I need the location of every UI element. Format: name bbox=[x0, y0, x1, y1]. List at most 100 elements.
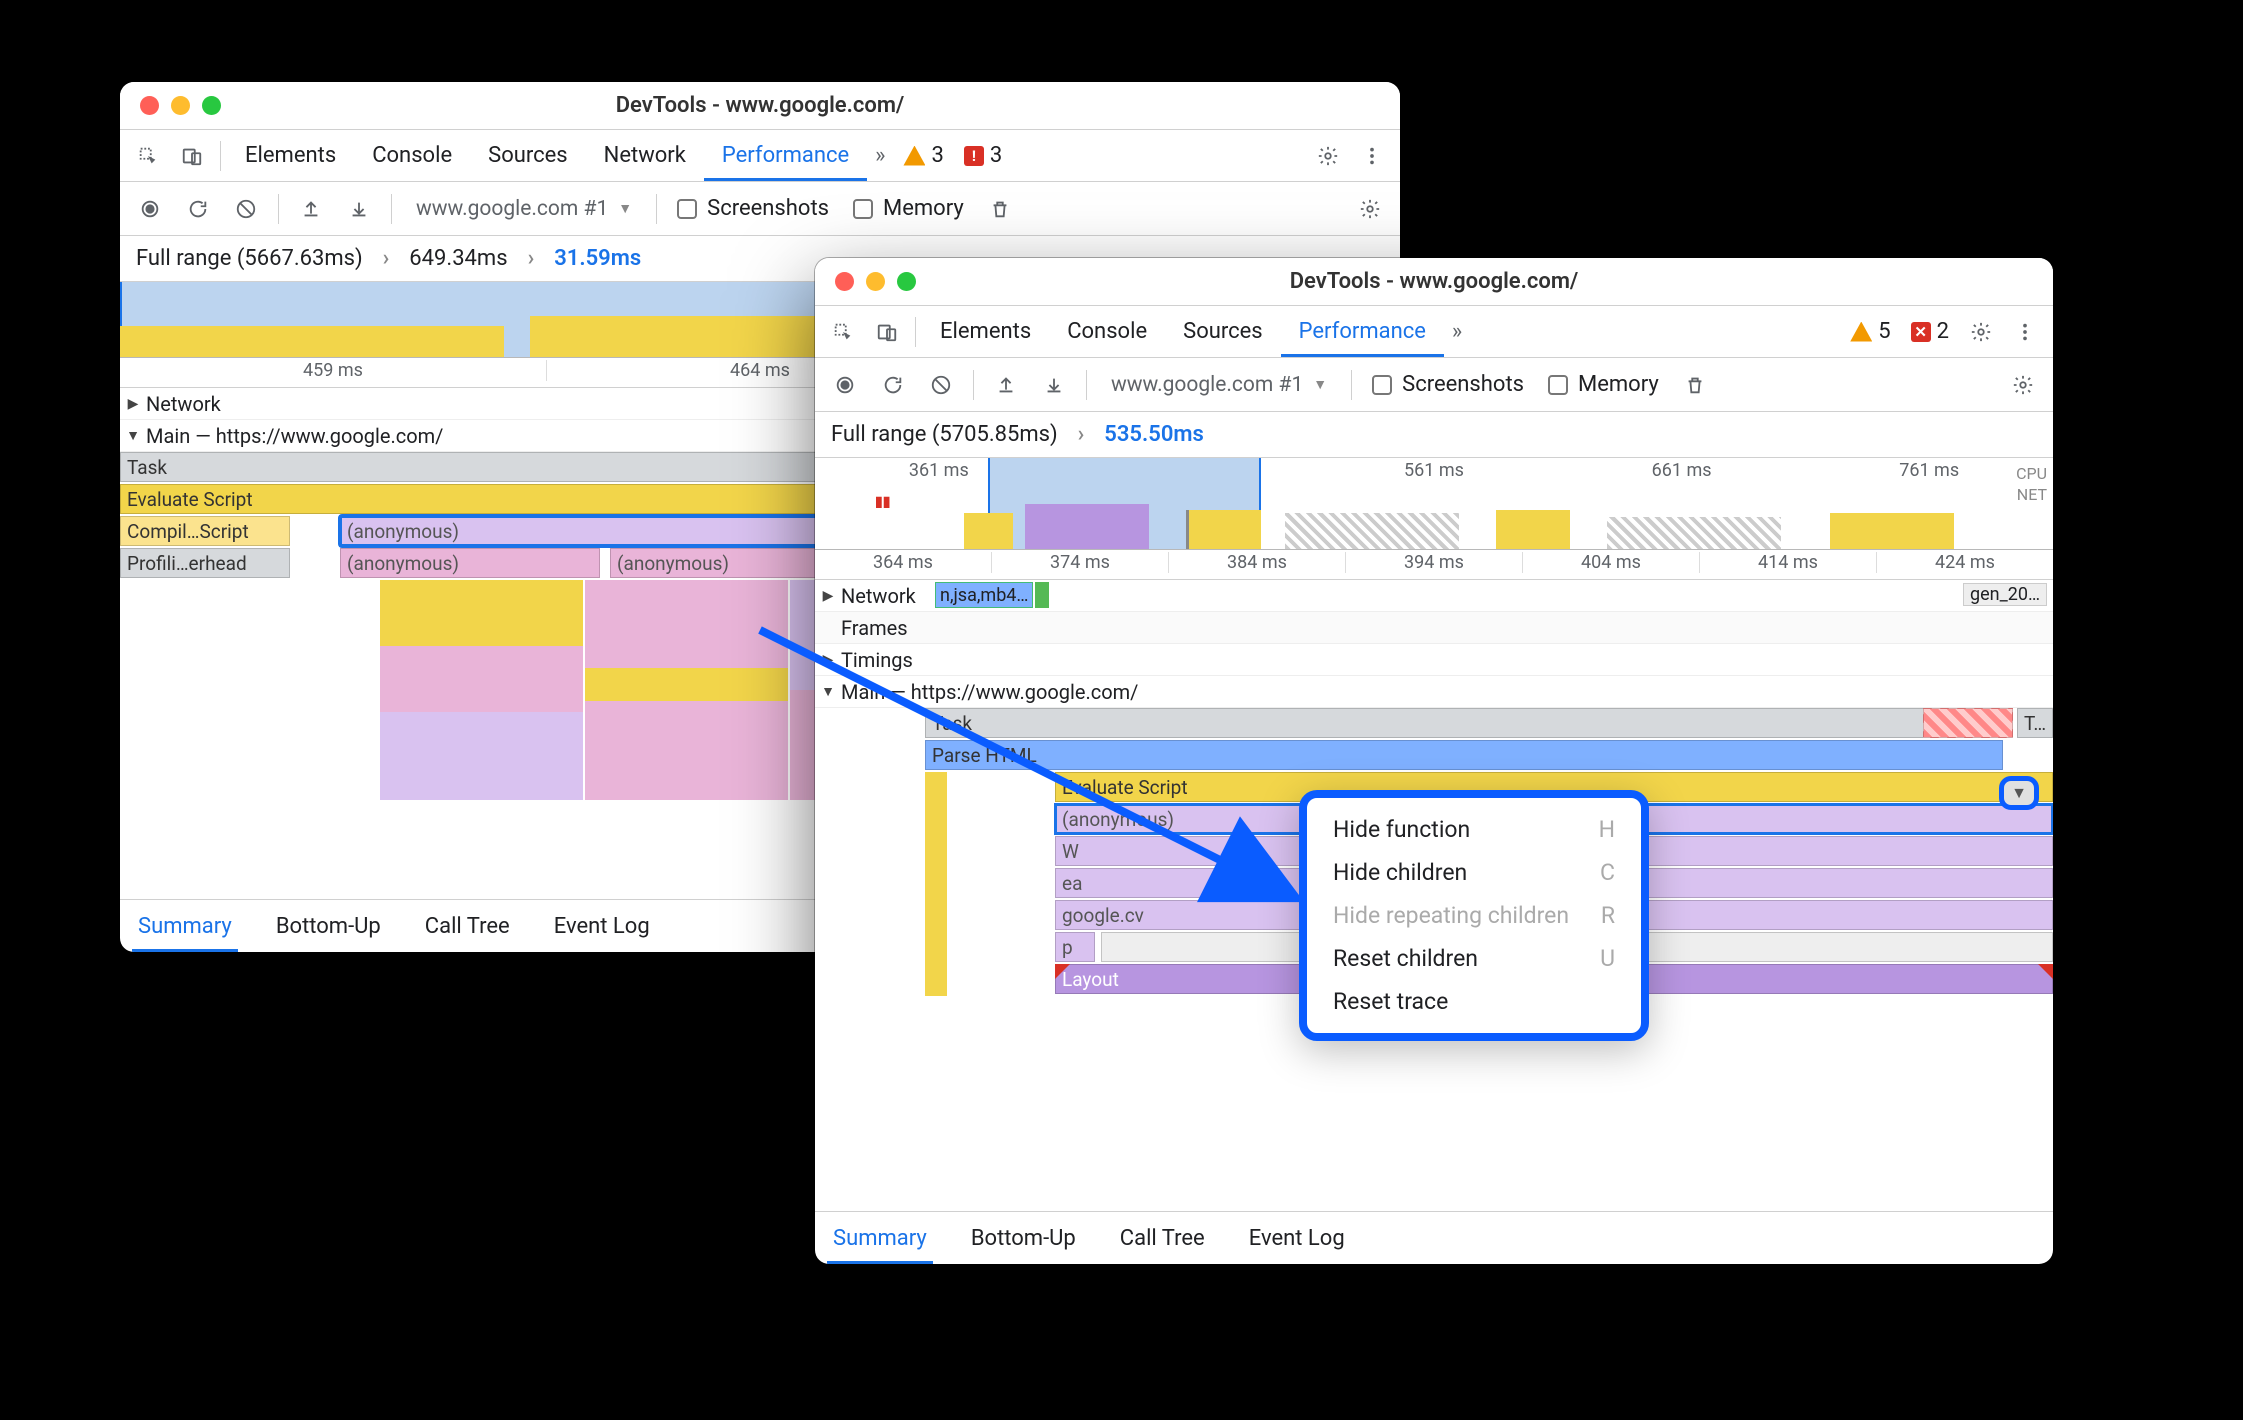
network-span[interactable] bbox=[1035, 582, 1049, 608]
ctx-label: Hide function bbox=[1333, 816, 1470, 843]
flame-task-right[interactable]: T… bbox=[2017, 708, 2053, 738]
tick: 561 ms bbox=[1310, 460, 1558, 481]
kebab-icon[interactable] bbox=[2003, 310, 2047, 354]
gear-icon[interactable] bbox=[1306, 134, 1350, 178]
breadcrumb-full[interactable]: Full range (5667.63ms) bbox=[136, 246, 363, 271]
panel-tabs: Elements Console Sources Performance » 5… bbox=[815, 306, 2053, 358]
devtools-window-2: DevTools - www.google.com/ Elements Cons… bbox=[815, 258, 2053, 1264]
ctx-shortcut: C bbox=[1600, 859, 1615, 886]
ruler-tick: 459 ms bbox=[120, 360, 546, 381]
track-frames[interactable]: Frames bbox=[815, 612, 2053, 644]
breadcrumb-mid[interactable]: 649.34ms bbox=[409, 246, 507, 271]
tab-performance[interactable]: Performance bbox=[1281, 306, 1444, 357]
ctx-reset-trace[interactable]: Reset trace bbox=[1307, 980, 1641, 1023]
flame-row[interactable]: Task T… bbox=[925, 708, 2053, 740]
reload-icon[interactable] bbox=[871, 363, 915, 407]
screenshots-checkbox[interactable]: Screenshots bbox=[667, 196, 839, 221]
minimize-icon[interactable] bbox=[866, 272, 885, 291]
target-dropdown[interactable]: www.google.com #1 ▼ bbox=[1097, 366, 1341, 404]
clear-icon[interactable] bbox=[919, 363, 963, 407]
overflow-icon[interactable]: » bbox=[1444, 319, 1470, 344]
footer-tab-bottom-up[interactable]: Bottom-Up bbox=[965, 1212, 1082, 1264]
track-network[interactable]: ▶ Network n,jsa,mb4… gen_20… bbox=[815, 580, 2053, 612]
tab-console[interactable]: Console bbox=[354, 130, 470, 181]
track-main[interactable]: ▼ Main — https://www.google.com/ bbox=[815, 676, 2053, 708]
device-icon[interactable] bbox=[170, 134, 214, 178]
download-icon[interactable] bbox=[337, 187, 381, 231]
disclosure-right-icon[interactable]: ▶ bbox=[124, 396, 142, 412]
flame-p[interactable]: p bbox=[1055, 932, 1095, 962]
ctx-hide-function[interactable]: Hide function H bbox=[1307, 808, 1641, 851]
footer-tab-summary[interactable]: Summary bbox=[827, 1212, 933, 1264]
memory-checkbox[interactable]: Memory bbox=[843, 196, 974, 221]
disclosure-right-icon[interactable]: ▶ bbox=[819, 588, 837, 604]
overflow-icon[interactable]: » bbox=[867, 143, 893, 168]
footer-tab-bottom-up[interactable]: Bottom-Up bbox=[270, 900, 387, 952]
upload-icon[interactable] bbox=[289, 187, 333, 231]
track-timings[interactable]: ▶ Timings bbox=[815, 644, 2053, 676]
inspect-icon[interactable] bbox=[126, 134, 170, 178]
upload-icon[interactable] bbox=[984, 363, 1028, 407]
disclosure-down-icon[interactable]: ▼ bbox=[124, 427, 142, 444]
footer-tab-summary[interactable]: Summary bbox=[132, 900, 238, 952]
zoom-icon[interactable] bbox=[897, 272, 916, 291]
reload-icon[interactable] bbox=[176, 187, 220, 231]
disclosure-down-icon[interactable]: ▼ bbox=[819, 683, 837, 700]
tracks-panel[interactable]: ▶ Network n,jsa,mb4… gen_20… Frames ▶ Ti… bbox=[815, 580, 2053, 1212]
gear-icon[interactable] bbox=[1348, 187, 1392, 231]
gc-icon[interactable] bbox=[1673, 363, 1717, 407]
memory-checkbox[interactable]: Memory bbox=[1538, 372, 1669, 397]
issues-badge[interactable]: ! 3 bbox=[954, 143, 1012, 168]
tab-network[interactable]: Network bbox=[586, 130, 704, 181]
flame-profiling-overhead[interactable]: Profili…erhead bbox=[120, 548, 290, 578]
flame-thin-column[interactable] bbox=[925, 772, 947, 996]
gc-icon[interactable] bbox=[978, 187, 1022, 231]
network-span[interactable]: n,jsa,mb4… bbox=[935, 582, 1033, 608]
breadcrumb-full[interactable]: Full range (5705.85ms) bbox=[831, 422, 1058, 447]
device-icon[interactable] bbox=[865, 310, 909, 354]
footer-tab-call-tree[interactable]: Call Tree bbox=[419, 900, 516, 952]
footer-tab-event-log[interactable]: Event Log bbox=[1243, 1212, 1351, 1264]
clear-icon[interactable] bbox=[224, 187, 268, 231]
warnings-badge[interactable]: 3 bbox=[893, 143, 953, 168]
flame-task[interactable]: Task bbox=[925, 708, 2013, 738]
warning-count: 3 bbox=[931, 143, 943, 168]
flame-task-hatched[interactable] bbox=[1923, 708, 2013, 738]
download-icon[interactable] bbox=[1032, 363, 1076, 407]
footer-tab-call-tree[interactable]: Call Tree bbox=[1114, 1212, 1211, 1264]
tab-performance[interactable]: Performance bbox=[704, 130, 867, 181]
tab-console[interactable]: Console bbox=[1049, 306, 1165, 357]
minimize-icon[interactable] bbox=[171, 96, 190, 115]
gear-icon[interactable] bbox=[1959, 310, 2003, 354]
disclosure-right-icon[interactable]: ▶ bbox=[819, 652, 837, 668]
warnings-badge[interactable]: 5 bbox=[1840, 319, 1900, 344]
flame-compile-script[interactable]: Compil…Script bbox=[120, 516, 290, 546]
record-icon[interactable] bbox=[128, 187, 172, 231]
close-icon[interactable] bbox=[835, 272, 854, 291]
flame-anonymous[interactable]: (anonymous) bbox=[340, 548, 600, 578]
footer-tab-event-log[interactable]: Event Log bbox=[548, 900, 656, 952]
overview-strip[interactable]: 361 ms 461 ms 561 ms 661 ms 761 ms CPU N… bbox=[815, 458, 2053, 550]
network-span-right[interactable]: gen_20… bbox=[1963, 583, 2047, 606]
close-icon[interactable] bbox=[140, 96, 159, 115]
ctx-hide-children[interactable]: Hide children C bbox=[1307, 851, 1641, 894]
breadcrumb-current: 31.59ms bbox=[554, 246, 641, 271]
tab-sources[interactable]: Sources bbox=[1165, 306, 1281, 357]
inspect-icon[interactable] bbox=[821, 310, 865, 354]
target-dropdown[interactable]: www.google.com #1 ▼ bbox=[402, 190, 646, 228]
screenshots-checkbox[interactable]: Screenshots bbox=[1362, 372, 1534, 397]
record-icon[interactable] bbox=[823, 363, 867, 407]
tab-elements[interactable]: Elements bbox=[922, 306, 1049, 357]
flame-row[interactable]: Parse HTML bbox=[925, 740, 2053, 772]
kebab-icon[interactable] bbox=[1350, 134, 1394, 178]
tab-elements[interactable]: Elements bbox=[227, 130, 354, 181]
errors-badge[interactable]: ✕ 2 bbox=[1901, 319, 1959, 344]
zoom-icon[interactable] bbox=[202, 96, 221, 115]
gear-icon[interactable] bbox=[2001, 363, 2045, 407]
flame-parse-html[interactable]: Parse HTML bbox=[925, 740, 2003, 770]
issue-count: 3 bbox=[990, 143, 1002, 168]
warning-count: 5 bbox=[1878, 319, 1890, 344]
ctx-reset-children[interactable]: Reset children U bbox=[1307, 937, 1641, 980]
tab-sources[interactable]: Sources bbox=[470, 130, 586, 181]
entry-dropdown-button[interactable]: ▼ bbox=[1999, 776, 2039, 810]
